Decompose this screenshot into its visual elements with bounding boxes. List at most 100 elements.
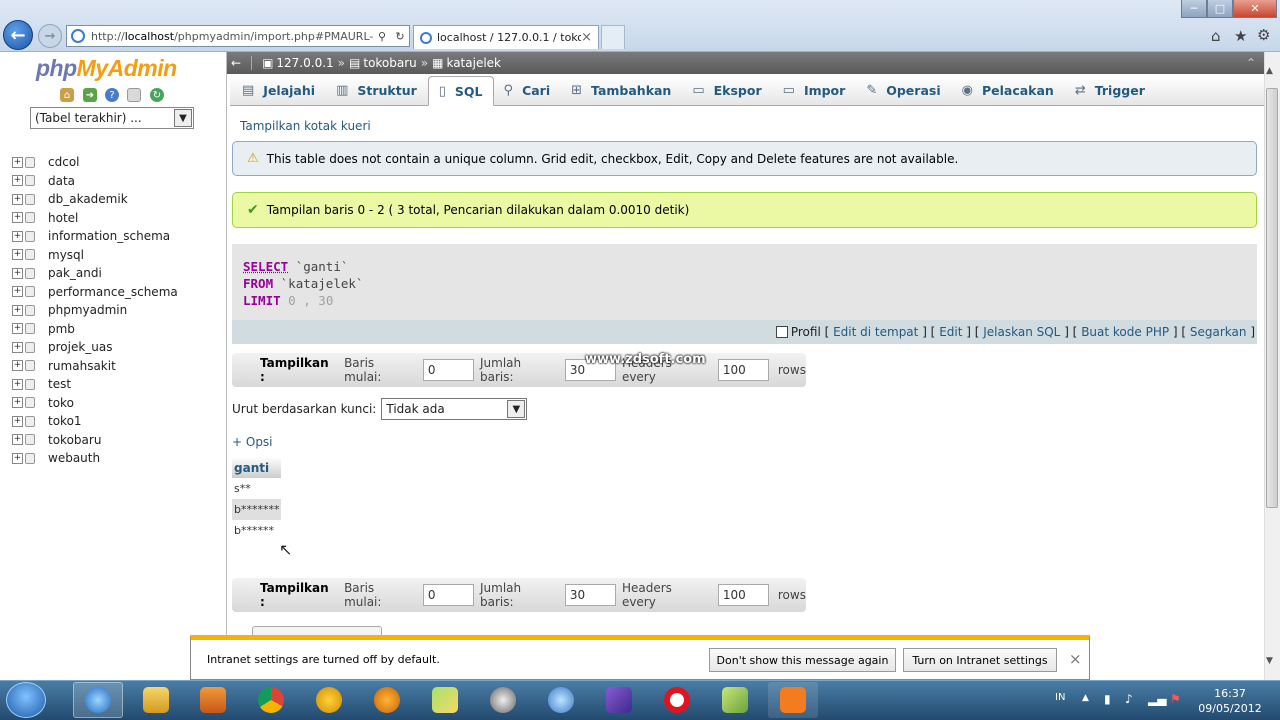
taskbar-media[interactable] [188, 682, 238, 718]
tab-impor[interactable]: ▭ Impor [773, 76, 857, 105]
database-item[interactable]: + toko1 [12, 412, 178, 431]
headers-every-input[interactable]: 100 [717, 359, 769, 381]
refresh-icon[interactable]: ↻ [391, 30, 409, 43]
taskbar-ie[interactable] [73, 682, 123, 718]
database-name[interactable]: projek_uas [48, 340, 113, 354]
table-cell[interactable]: b******* [232, 499, 282, 520]
expand-icon[interactable]: + [12, 415, 23, 427]
database-item[interactable]: + phpmyadmin [12, 301, 178, 320]
taskbar-app-a[interactable] [304, 682, 354, 718]
expand-icon[interactable]: + [12, 286, 23, 298]
exit-icon[interactable]: ➜ [83, 88, 97, 102]
start-button[interactable] [6, 682, 46, 718]
taskbar-app-g[interactable] [710, 682, 760, 718]
database-name[interactable]: db_akademik [48, 192, 128, 206]
help-icon[interactable]: ? [105, 88, 119, 102]
database-item[interactable]: + cdcol [12, 153, 178, 172]
taskbar-chrome[interactable] [246, 682, 296, 718]
expand-icon[interactable]: + [12, 434, 23, 446]
database-name[interactable]: webauth [48, 451, 100, 465]
expand-icon[interactable]: + [12, 267, 23, 279]
explain-sql-link[interactable]: Jelaskan SQL [983, 325, 1060, 339]
gear-icon[interactable]: ⚙ [1257, 26, 1270, 44]
network-icon[interactable]: ▂▄ [1148, 692, 1166, 706]
database-item[interactable]: + information_schema [12, 227, 178, 246]
docs-icon[interactable] [127, 88, 141, 102]
create-php-link[interactable]: Buat kode PHP [1081, 325, 1169, 339]
expand-icon[interactable]: + [12, 193, 23, 205]
expand-icon[interactable]: + [12, 360, 23, 372]
taskbar-xampp[interactable] [768, 682, 818, 718]
database-name[interactable]: test [48, 377, 71, 391]
address-bar[interactable]: http://localhost/phpmyadmin/import.php#P… [66, 25, 410, 47]
show-hidden-icons-icon[interactable]: ▲ [1082, 693, 1089, 703]
turn-on-intranet-button[interactable]: Turn on Intranet settings [903, 648, 1057, 672]
taskbar-opera[interactable] [652, 682, 702, 718]
expand-icon[interactable]: + [12, 323, 23, 335]
favorites-star-icon[interactable]: ★ [1234, 27, 1247, 45]
tab-tambahkan[interactable]: ⊞ Tambahkan [561, 76, 682, 105]
tab-cari[interactable]: ⚲ Cari [494, 76, 562, 105]
start-row-input[interactable]: 0 [422, 584, 474, 606]
home-icon[interactable]: ⌂ [1211, 27, 1221, 45]
database-name[interactable]: phpmyadmin [48, 303, 127, 317]
dont-show-again-button[interactable]: Don't show this message again [709, 648, 896, 672]
maximize-button[interactable]: □ [1207, 0, 1233, 18]
table-cell[interactable]: b****** [232, 520, 282, 541]
refresh-link[interactable]: Segarkan [1190, 325, 1247, 339]
tab-operasi[interactable]: ✎ Operasi [856, 76, 951, 105]
table-cell[interactable]: s** [232, 478, 282, 499]
edit-link[interactable]: Edit [939, 325, 962, 339]
collapse-arrow-icon[interactable]: ← [231, 56, 241, 70]
sort-by-key-select[interactable]: Tidak ada ▼ [381, 398, 528, 420]
database-item[interactable]: + tokobaru [12, 431, 178, 450]
action-center-flag-icon[interactable]: ⚑ [1170, 692, 1181, 706]
show-query-box-link[interactable]: Tampilkan kotak kueri [240, 119, 371, 133]
tab-trigger[interactable]: ⇄ Trigger [1065, 76, 1156, 105]
breadcrumb-table[interactable]: katajelek [446, 56, 501, 70]
database-name[interactable]: rumahsakit [48, 359, 116, 373]
volume-icon[interactable]: ♪ [1125, 692, 1133, 706]
database-item[interactable]: + data [12, 172, 178, 191]
database-name[interactable]: tokobaru [48, 433, 101, 447]
tab-sql[interactable]: ▯ SQL [427, 76, 494, 106]
expand-icon[interactable]: + [12, 304, 23, 316]
database-item[interactable]: + db_akademik [12, 190, 178, 209]
breadcrumb-database[interactable]: tokobaru [363, 56, 416, 70]
database-name[interactable]: mysql [48, 248, 84, 262]
taskbar-clock[interactable]: 16:37 09/05/2012 [1190, 686, 1270, 716]
table-row[interactable]: b******* [232, 499, 282, 520]
column-header-ganti[interactable]: ganti [232, 457, 282, 478]
language-indicator[interactable]: IN [1055, 692, 1065, 703]
forward-button[interactable]: → [38, 24, 62, 48]
taskbar-app-d[interactable] [478, 682, 528, 718]
taskbar-explorer[interactable] [131, 682, 181, 718]
expand-icon[interactable]: + [12, 175, 23, 187]
tab-ekspor[interactable]: ▭ Ekspor [682, 76, 772, 105]
database-item[interactable]: + pak_andi [12, 264, 178, 283]
expand-icon[interactable]: + [12, 249, 23, 261]
database-item[interactable]: + test [12, 375, 178, 394]
taskbar-app-c[interactable] [420, 682, 470, 718]
edit-inline-link[interactable]: Edit di tempat [833, 325, 918, 339]
expand-icon[interactable]: + [12, 341, 23, 353]
breadcrumb-server[interactable]: 127.0.0.1 [276, 56, 333, 70]
sql-keyword[interactable]: SELECT [243, 259, 288, 274]
window-close-button[interactable]: ✕ [1233, 0, 1277, 18]
recent-tables-select[interactable]: (Tabel terakhir) ... ▼ [30, 107, 194, 129]
scrollbar-thumb[interactable] [1266, 88, 1278, 508]
database-item[interactable]: + mysql [12, 246, 178, 265]
database-item[interactable]: + projek_uas [12, 338, 178, 357]
table-row[interactable]: b****** [232, 520, 282, 541]
expand-icon[interactable]: + [12, 452, 23, 464]
search-icon[interactable]: ⚲ [373, 30, 391, 43]
tab-struktur[interactable]: ▥ Struktur [326, 76, 428, 105]
reload-icon[interactable]: ↻ [150, 88, 164, 102]
new-tab-button[interactable] [601, 25, 625, 49]
database-name[interactable]: performance_schema [48, 285, 178, 299]
battery-icon[interactable]: ▮ [1104, 692, 1111, 706]
minimize-button[interactable]: ─ [1181, 0, 1207, 18]
browser-tab-active[interactable]: localhost / 127.0.0.1 / tokob... × [413, 25, 599, 49]
database-name[interactable]: pak_andi [48, 266, 102, 280]
database-name[interactable]: toko [48, 396, 74, 410]
